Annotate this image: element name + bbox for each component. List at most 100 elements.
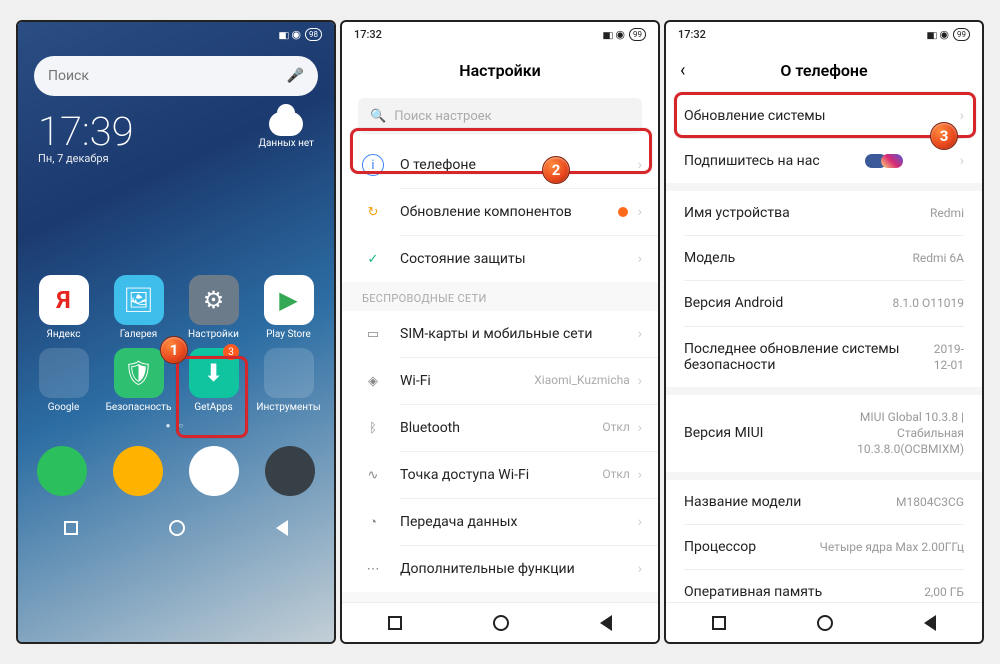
about-list[interactable]: Обновление системы › Подпишитесь на нас … [666, 94, 982, 602]
about-row[interactable]: Последнее обновление системы безопасност… [666, 327, 982, 387]
status-time: 17:32 [354, 28, 382, 41]
nav-home[interactable] [817, 615, 833, 631]
row-more[interactable]: ⋯Дополнительные функции› [342, 546, 658, 592]
nav-recent[interactable] [388, 616, 402, 630]
about-row[interactable]: Название модели M1804C3CG [666, 480, 982, 524]
about-row[interactable]: Оперативная память2,00 ГБ [666, 570, 982, 602]
update-icon: ↻ [362, 201, 384, 223]
row-data-usage[interactable]: ◔Передача данных› [342, 499, 658, 545]
folder-google[interactable]: Google [28, 348, 99, 413]
row-wifi[interactable]: ◈Wi-FiXiaomi_Kuzmicha› [342, 358, 658, 404]
row-label: Точка доступа Wi-Fi [400, 467, 602, 483]
about-row[interactable]: Версия Android8.1.0 O11019 [666, 281, 982, 325]
row-label: О телефоне [400, 157, 638, 173]
row-label: Версия MIUI [684, 425, 764, 441]
wifi-icon [615, 28, 625, 41]
battery-icon: 98 [305, 28, 322, 41]
clock-widget[interactable]: 17:39 Пн, 7 декабря Данных нет [18, 106, 334, 175]
search-icon: 🔍 [370, 109, 386, 124]
wifi-icon: ◈ [362, 370, 384, 392]
search-input[interactable] [48, 68, 287, 84]
row-label: Оперативная память [684, 584, 822, 600]
signal-icon [603, 28, 612, 41]
dock-camera[interactable] [265, 446, 315, 496]
bluetooth-icon: ᛒ [362, 417, 384, 439]
row-label: Состояние защиты [400, 251, 638, 267]
app-playstore[interactable]: ▶Play Store [253, 275, 324, 340]
status-bar: 98 [18, 22, 334, 46]
weather-widget[interactable]: Данных нет [258, 112, 314, 149]
chevron-right-icon: › [638, 326, 642, 342]
more-icon: ⋯ [362, 558, 384, 580]
mic-icon[interactable]: 🎤 [287, 68, 304, 84]
section-wireless: БЕСПРОВОДНЫЕ СЕТИ [342, 282, 658, 311]
row-label: SIM-карты и мобильные сети [400, 326, 638, 342]
clock-date: Пн, 7 декабря [38, 152, 134, 165]
nav-home[interactable] [493, 615, 509, 631]
app-label: Настройки [188, 329, 239, 340]
app-getapps[interactable]: ⬇3GetApps [178, 348, 249, 413]
nav-home[interactable] [169, 520, 185, 536]
app-label: Play Store [266, 329, 311, 340]
row-label: Обновление компонентов [400, 204, 618, 220]
cloud-icon [269, 112, 303, 136]
folder-tools[interactable]: Инструменты [253, 348, 324, 413]
row-sim[interactable]: ▭SIM-карты и мобильные сети› [342, 311, 658, 357]
status-bar: 17:32 99 [666, 22, 982, 46]
nav-recent[interactable] [712, 616, 726, 630]
app-label: Google [48, 402, 80, 413]
row-value: 2019-12-01 [918, 341, 964, 373]
row-label: Процессор [684, 539, 756, 555]
row-hotspot[interactable]: ∿Точка доступа Wi-FiОткл› [342, 452, 658, 498]
callout-1: 1 [160, 336, 188, 364]
dock [18, 438, 334, 508]
back-button[interactable]: ‹ [680, 60, 685, 81]
chevron-right-icon: › [638, 157, 642, 173]
row-label: Название модели [684, 494, 801, 510]
data-icon: ◔ [362, 511, 384, 533]
app-settings[interactable]: ⚙Настройки [178, 275, 249, 340]
clock-time: 17:39 [38, 112, 134, 152]
row-label: Последнее обновление системы безопасност… [684, 341, 918, 373]
shield-icon: ✓ [362, 248, 384, 270]
nav-back[interactable] [924, 615, 936, 631]
row-value: Redmi 6A [912, 250, 964, 266]
page-title: О телефоне [780, 61, 867, 80]
dock-browser[interactable] [189, 446, 239, 496]
weather-label: Данных нет [258, 138, 314, 149]
about-row[interactable]: Версия MIUIMIUI Global 10.3.8 | Стабильн… [666, 395, 982, 472]
screenshot-row: 98 🎤 17:39 Пн, 7 декабря Данных нет ЯЯнд… [16, 20, 984, 644]
row-value: Откл [602, 467, 629, 483]
nav-back[interactable] [600, 615, 612, 631]
chevron-right-icon: › [960, 153, 964, 169]
settings-list[interactable]: i О телефоне › ↻ Обновление компонентов … [342, 142, 658, 602]
search-placeholder: Поиск настроек [394, 109, 492, 124]
home-search[interactable]: 🎤 [34, 56, 318, 96]
app-yandex[interactable]: ЯЯндекс [28, 275, 99, 340]
row-bluetooth[interactable]: ᛒBluetoothОткл› [342, 405, 658, 451]
about-row[interactable]: Процессор Четыре ядра Max 2.00ГГц [666, 525, 982, 569]
row-component-updates[interactable]: ↻ Обновление компонентов › [342, 189, 658, 235]
row-label: Подпишитесь на нас [684, 153, 820, 169]
app-label: Безопасность [106, 402, 172, 413]
status-time: 17:32 [678, 28, 706, 41]
social-icons [871, 154, 903, 168]
row-label: Обновление системы [684, 108, 826, 124]
chevron-right-icon: › [638, 251, 642, 267]
nav-back[interactable] [276, 520, 288, 536]
row-security-status[interactable]: ✓ Состояние защиты › [342, 236, 658, 282]
row-value: Откл [602, 420, 629, 436]
row-value: M1804C3CG [896, 494, 964, 510]
about-row[interactable]: МодельRedmi 6A [666, 236, 982, 280]
dock-phone[interactable] [37, 446, 87, 496]
nav-recent[interactable] [64, 521, 78, 535]
row-about-phone[interactable]: i О телефоне › [342, 142, 658, 188]
chevron-right-icon: › [638, 373, 642, 389]
app-gallery[interactable]: 🖼Галерея [103, 275, 174, 340]
row-label: Версия Android [684, 295, 783, 311]
row-value: Четыре ядра Max 2.00ГГц [820, 539, 964, 555]
dock-messages[interactable] [113, 446, 163, 496]
chevron-right-icon: › [638, 204, 642, 220]
about-row[interactable]: Имя устройстваRedmi [666, 191, 982, 235]
settings-search[interactable]: 🔍 Поиск настроек [358, 98, 642, 134]
